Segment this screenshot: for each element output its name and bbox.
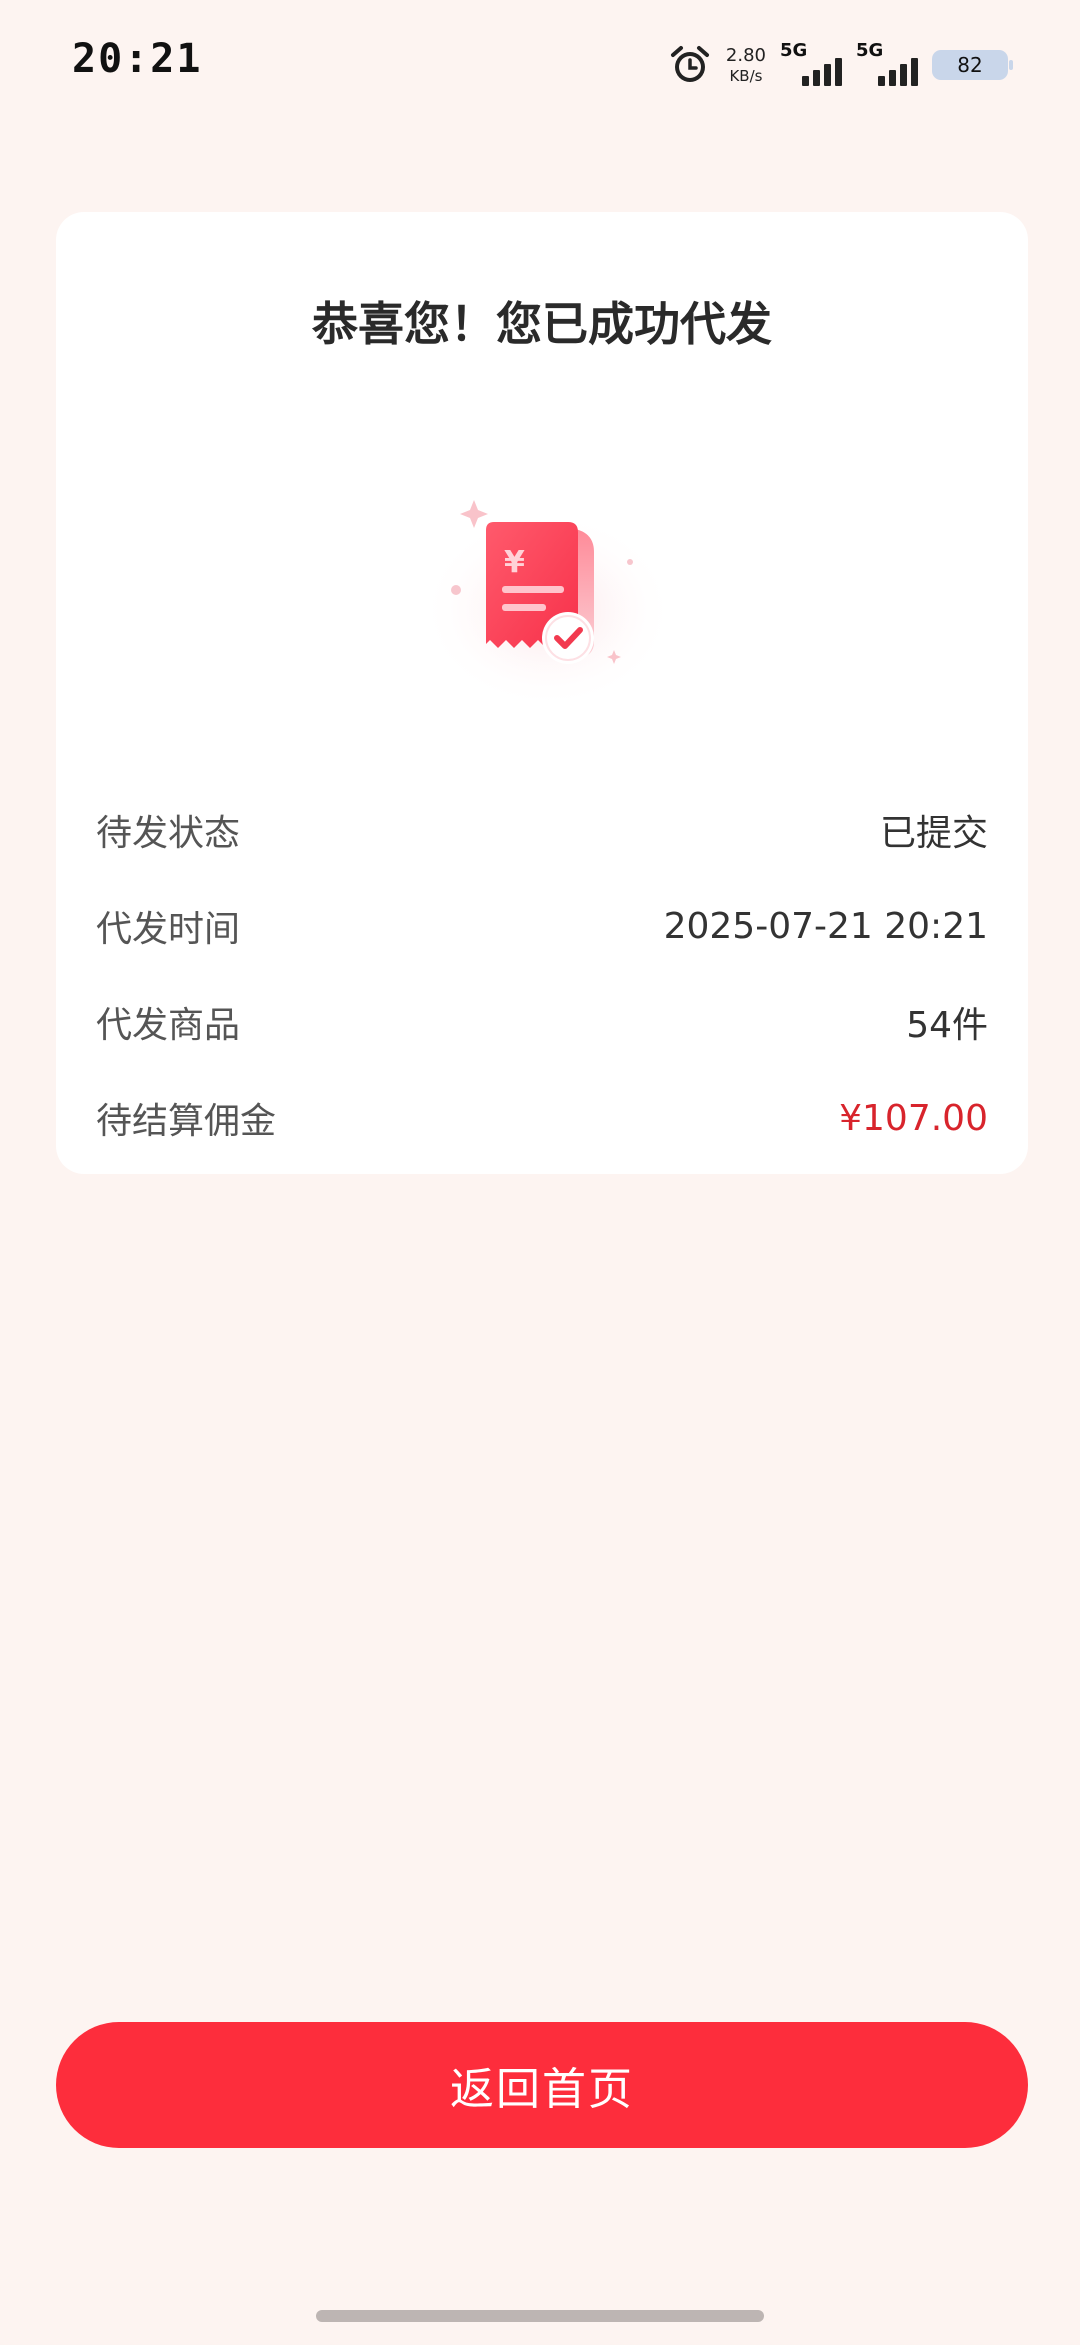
success-card: 恭喜您！您已成功代发 ¥ 待发状态 已提交 代发时间 2025-07-21 20… bbox=[56, 212, 1028, 1174]
network-speed-unit: KB/s bbox=[729, 66, 763, 85]
info-value: 54件 bbox=[906, 1005, 988, 1046]
status-icons: 2.80 KB/s 5G 5G 82 bbox=[668, 40, 1013, 90]
page-title: 恭喜您！您已成功代发 bbox=[312, 297, 772, 351]
battery-icon: 82 bbox=[932, 50, 1013, 80]
svg-text:¥: ¥ bbox=[504, 545, 525, 580]
info-label: 代发商品 bbox=[96, 1005, 241, 1046]
network-speed: 2.80 KB/s bbox=[725, 44, 766, 85]
info-label: 待发状态 bbox=[96, 813, 241, 854]
alarm-clock-icon bbox=[668, 43, 712, 87]
info-row-time: 代发时间 2025-07-21 20:21 bbox=[96, 878, 988, 974]
receipt-success-icon: ¥ bbox=[418, 472, 678, 702]
network-speed-value: 2.80 bbox=[725, 44, 766, 66]
info-label: 代发时间 bbox=[96, 909, 241, 950]
return-home-button[interactable]: 返回首页 bbox=[56, 2022, 1028, 2148]
status-bar: 20:21 2.80 KB/s 5G 5G 82 bbox=[0, 0, 1080, 130]
signal-strength-icon-sim1: 5G bbox=[780, 40, 842, 90]
info-row-status: 待发状态 已提交 bbox=[96, 782, 988, 878]
battery-level: 82 bbox=[957, 53, 983, 77]
status-time: 20:21 bbox=[72, 36, 203, 82]
info-row-items: 代发商品 54件 bbox=[96, 974, 988, 1070]
info-label: 待结算佣金 bbox=[96, 1101, 277, 1142]
info-value: 2025-07-21 20:21 bbox=[663, 905, 988, 947]
home-indicator[interactable] bbox=[316, 2310, 764, 2322]
commission-amount: ¥107.00 bbox=[839, 1097, 988, 1139]
order-info-list: 待发状态 已提交 代发时间 2025-07-21 20:21 代发商品 54件 … bbox=[96, 782, 988, 1166]
info-value: 已提交 bbox=[879, 813, 988, 854]
info-row-commission: 待结算佣金 ¥107.00 bbox=[96, 1070, 988, 1166]
signal-strength-icon-sim2: 5G bbox=[856, 40, 918, 90]
